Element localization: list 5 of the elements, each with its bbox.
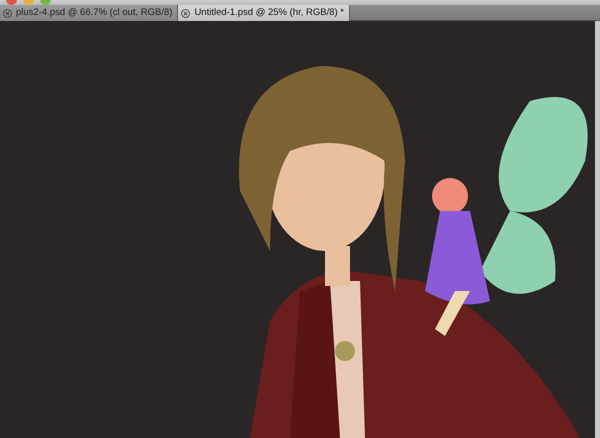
close-icon[interactable] — [3, 8, 12, 18]
document-tab[interactable]: plus2-4.psd @ 66.7% (cl out, RGB/8) — [0, 5, 178, 21]
scrollbar[interactable] — [595, 21, 600, 438]
close-icon[interactable] — [181, 8, 190, 18]
document-tab[interactable]: Untitled-1.psd @ 25% (hr, RGB/8) * — [178, 5, 350, 21]
